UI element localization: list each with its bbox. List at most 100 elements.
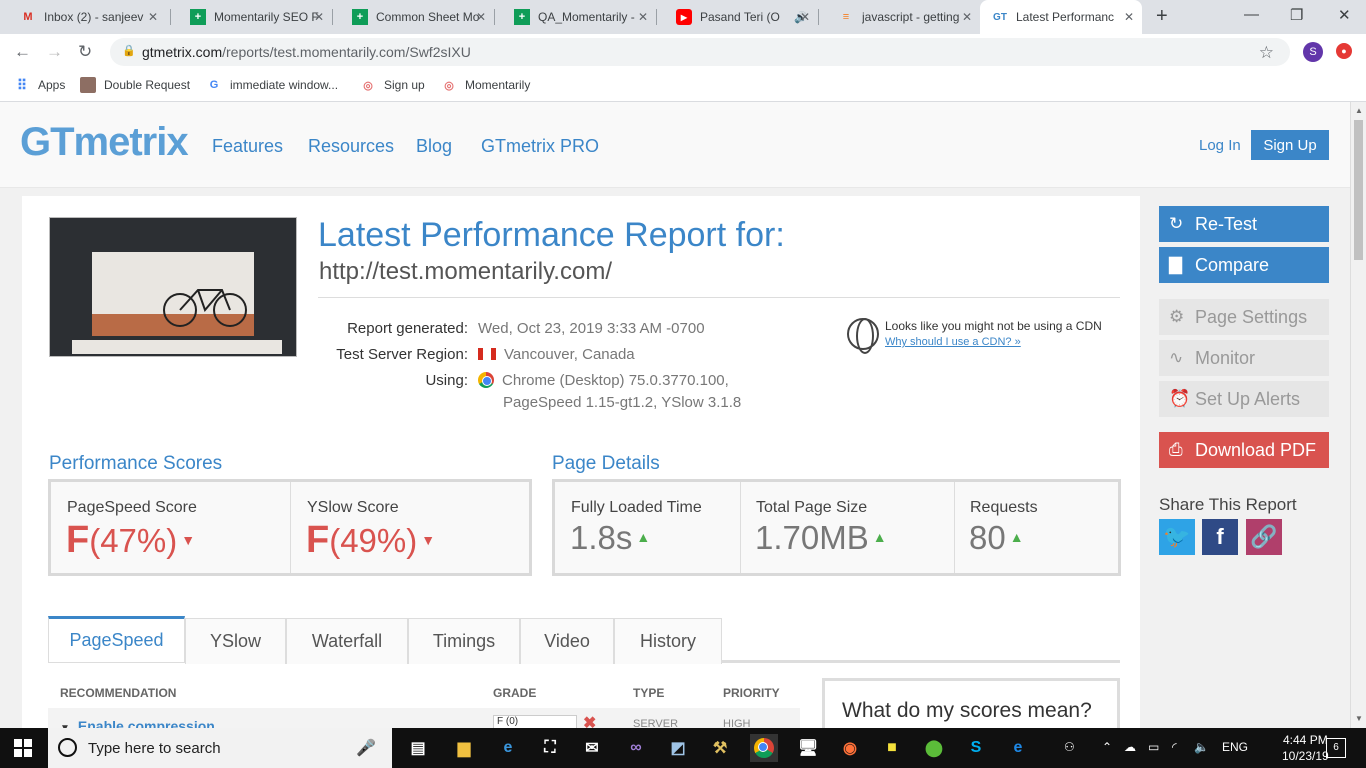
taskbar-search[interactable]: Type here to search 🎤 (48, 728, 392, 768)
tab-yslow[interactable]: YSlow (185, 618, 286, 664)
back-icon[interactable]: ← (14, 42, 31, 62)
forward-icon[interactable]: → (46, 42, 63, 62)
store-icon[interactable]: ⛶ (536, 734, 564, 762)
people-icon[interactable]: ⚇ (1064, 740, 1075, 754)
tab-waterfall[interactable]: Waterfall (286, 618, 408, 664)
bookmark-momentarily[interactable]: ◎ Momentarily (441, 77, 530, 93)
nav-features[interactable]: Features (212, 136, 283, 157)
page-viewport: GTmetrix Features Resources Blog GTmetri… (0, 102, 1350, 728)
download-pdf-button[interactable]: ⎙ Download PDF (1159, 432, 1329, 468)
canada-flag-icon (478, 348, 496, 360)
compare-label: Compare (1195, 254, 1270, 275)
wifi-icon[interactable]: ◜ (1172, 740, 1177, 754)
close-icon[interactable]: ✕ (148, 10, 158, 24)
remote-desktop-icon[interactable]: 🖥 (794, 734, 822, 762)
reload-icon[interactable]: ↻ (78, 42, 92, 62)
mail-icon[interactable]: ✉ (578, 734, 606, 762)
nav-resources[interactable]: Resources (308, 136, 394, 157)
chevron-down-icon: ▼ (181, 532, 196, 548)
cdn-notice: Looks like you might not be using a CDN (885, 319, 1102, 333)
page-settings-button[interactable]: ⚙ Page Settings (1159, 299, 1329, 335)
ie-icon[interactable]: e (1004, 734, 1032, 762)
sheets-icon: + (514, 9, 530, 25)
bookmark-sign-up[interactable]: ◎ Sign up (360, 77, 425, 93)
close-icon[interactable]: ✕ (314, 10, 324, 24)
skype-icon[interactable]: S (962, 734, 990, 762)
alerts-button[interactable]: ⏰ Set Up Alerts (1159, 381, 1329, 417)
globe-icon (847, 318, 879, 354)
volume-icon[interactable]: 🔈 (1194, 740, 1209, 754)
scrollbar-thumb[interactable] (1354, 120, 1363, 260)
edge-icon[interactable]: e (494, 734, 522, 762)
twitter-icon[interactable]: 🐦 (1159, 519, 1195, 555)
close-icon[interactable]: ✕ (962, 10, 972, 24)
retest-button[interactable]: ↻ Re-Test (1159, 206, 1329, 242)
maximize-icon[interactable]: ❐ (1290, 6, 1303, 24)
battery-icon[interactable]: ▭ (1148, 740, 1159, 754)
facebook-icon[interactable]: f (1202, 519, 1238, 555)
bookmark-apps[interactable]: ⠿ Apps (14, 77, 66, 93)
close-icon[interactable]: ✕ (800, 10, 810, 24)
region-value: Vancouver, Canada (504, 346, 635, 363)
tray-chevron-icon[interactable]: ⌃ (1102, 740, 1112, 754)
requests-value: 80 (969, 519, 1006, 556)
tab-timings[interactable]: Timings (408, 618, 520, 664)
gtmetrix-logo[interactable]: GTmetrix (20, 120, 189, 165)
tab-stackoverflow[interactable]: ≡ javascript - getting ✕ (818, 0, 980, 34)
tab-title: Pasand Teri (O (700, 10, 780, 24)
bookmark-immediate-window[interactable]: G immediate window... (206, 77, 338, 93)
chrome-taskbar-icon[interactable] (750, 734, 778, 762)
new-tab-icon[interactable]: + (1156, 5, 1168, 28)
tab-title: Latest Performanc (1016, 10, 1115, 24)
profile-avatar[interactable]: S (1303, 42, 1323, 62)
extension-icon[interactable]: ● (1336, 43, 1352, 59)
gmail-icon: M (23, 11, 33, 23)
scroll-down-icon[interactable]: ▼ (1355, 714, 1363, 723)
tools-icon[interactable]: ⚒ (706, 734, 734, 762)
close-icon[interactable]: ✕ (1124, 10, 1134, 24)
minimize-icon[interactable]: — (1244, 6, 1259, 23)
notification-count[interactable]: 6 (1326, 738, 1346, 758)
task-view-icon[interactable]: ▤ (404, 734, 432, 762)
tab-pagespeed[interactable]: PageSpeed (48, 616, 185, 662)
window-close-icon[interactable]: ✕ (1338, 6, 1351, 24)
nav-gtmetrix-pro[interactable]: GTmetrix PRO (481, 136, 599, 157)
onedrive-icon[interactable]: ☁ (1124, 740, 1136, 754)
size-label: Total Page Size (756, 499, 868, 516)
signup-button[interactable]: Sign Up (1251, 130, 1329, 160)
clock-date: 10/23/19 (1282, 749, 1329, 763)
language-indicator[interactable]: ENG (1222, 740, 1248, 754)
tab-gtmetrix[interactable]: GT Latest Performanc ✕ (980, 0, 1142, 34)
app-icon[interactable]: ◩ (664, 734, 692, 762)
bookmark-double-request[interactable]: Double Request (80, 77, 190, 93)
close-icon[interactable]: ✕ (476, 10, 486, 24)
login-link[interactable]: Log In (1199, 137, 1241, 154)
tab-history[interactable]: History (614, 618, 722, 664)
tab-youtube[interactable]: ▶ Pasand Teri (O 🔊 ✕ (656, 0, 818, 34)
address-bar[interactable]: 🔒 gtmetrix.com/reports/test.momentarily.… (110, 38, 1290, 66)
upwork-icon[interactable]: ⬤ (920, 734, 948, 762)
file-explorer-icon[interactable]: ▆ (450, 734, 478, 762)
windows-start-icon[interactable] (14, 739, 32, 757)
nav-blog[interactable]: Blog (416, 136, 452, 157)
scroll-up-icon[interactable]: ▲ (1355, 106, 1363, 115)
site-screenshot-thumbnail[interactable] (49, 217, 297, 357)
recommendation-enable-compression[interactable]: ▼Enable compression (60, 718, 215, 728)
bookmark-star-icon[interactable]: ☆ (1259, 43, 1274, 63)
cdn-link[interactable]: Why should I use a CDN? » (885, 336, 1021, 348)
microphone-icon[interactable]: 🎤 (356, 738, 376, 758)
tab-momentarily-seo[interactable]: + Momentarily SEO F ✕ (170, 0, 332, 34)
close-icon[interactable]: ✕ (638, 10, 648, 24)
taskbar-clock[interactable]: 4:44 PM 10/23/19 (1282, 732, 1329, 764)
sticky-notes-icon[interactable]: ■ (878, 734, 906, 762)
compare-button[interactable]: ▇ Compare (1159, 247, 1329, 283)
monitor-button[interactable]: ∿ Monitor (1159, 340, 1329, 376)
tab-common-sheet[interactable]: + Common Sheet Mo ✕ (332, 0, 494, 34)
page-scrollbar[interactable]: ▲ ▼ (1350, 102, 1366, 728)
tab-qa-momentarily[interactable]: + QA_Momentarily - ✕ (494, 0, 656, 34)
tab-video[interactable]: Video (520, 618, 614, 664)
link-icon[interactable]: 🔗 (1246, 519, 1282, 555)
visual-studio-icon[interactable]: ∞ (622, 734, 650, 762)
firefox-icon[interactable]: ◉ (836, 734, 864, 762)
tab-gmail[interactable]: M Inbox (2) - sanjeev ✕ (0, 0, 166, 34)
